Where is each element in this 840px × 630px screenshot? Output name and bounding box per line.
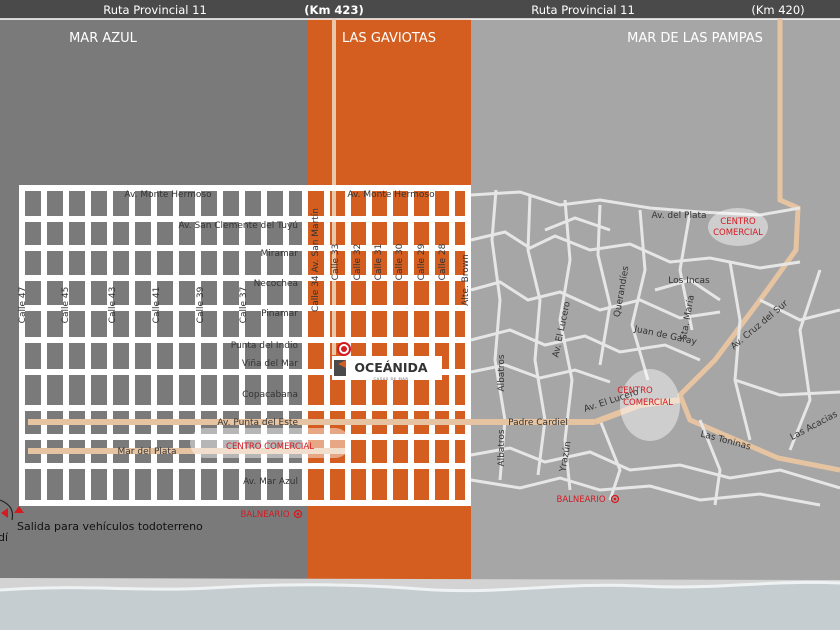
offroad-exit-label: Salida para vehículos todoterreno	[17, 520, 203, 533]
street-av-monte-hermoso-right: Av. Monte Hermoso	[347, 190, 435, 200]
street-calle-32: Calle 32	[353, 244, 363, 281]
centro-comercial-top-area	[708, 208, 768, 246]
street-calle-43: Calle 43	[108, 287, 118, 324]
balneario-right-dot	[613, 497, 617, 501]
street-av-punta-del-este: Av. Punta del Este	[217, 418, 298, 428]
balneario-right-label: BALNEARIO	[556, 495, 605, 505]
balneario-left-dot	[296, 512, 300, 516]
street-padre-cardiel: Padre Cardiel	[508, 418, 568, 428]
street-av-del-plata: Av. del Plata	[651, 211, 706, 221]
street-av-monte-hermoso-left: Av. Monte Hermoso	[124, 190, 212, 200]
street-copacabana: Copacabana	[242, 390, 298, 400]
street-calle-47: Calle 47	[18, 287, 28, 324]
km-label-right: (Km 420)	[751, 3, 804, 17]
edge-fragment-label: dí	[0, 531, 9, 544]
street-av-mar-azul: Av. Mar Azul	[243, 477, 298, 487]
route-label-right: Ruta Provincial 11	[531, 3, 635, 17]
centro-comercial-left-label: CENTRO COMERCIAL	[226, 442, 314, 452]
street-calle-28: Calle 28	[438, 243, 448, 280]
street-calle-30: Calle 30	[395, 243, 405, 280]
oceanida-location-dot	[341, 346, 347, 352]
zone-title-mar-de-las-pampas: MAR DE LAS PAMPAS	[627, 31, 763, 46]
street-miramar: Miramar	[261, 249, 299, 259]
oceanida-logo-tagline: CASAS DE MAR	[374, 376, 409, 381]
centro-comercial-top-label-1: CENTRO	[720, 217, 756, 227]
street-albatros-upper: Albatros	[497, 354, 507, 391]
zone-title-mar-azul: MAR AZUL	[69, 31, 138, 46]
street-calle-37: Calle 37	[239, 287, 249, 324]
centro-comercial-mid-label-1: CENTRO	[617, 386, 653, 396]
balneario-left-label: BALNEARIO	[240, 510, 289, 520]
street-calle-39: Calle 39	[196, 286, 206, 323]
zone-title-las-gaviotas: LAS GAVIOTAS	[342, 31, 436, 46]
street-calle-41: Calle 41	[152, 287, 162, 324]
street-punta-del-indio: Punta del Indio	[231, 341, 299, 351]
street-calle-34-av-san-martin: Calle 34 Av. San Martín	[311, 208, 321, 312]
street-calle-31: Calle 31	[374, 244, 384, 281]
street-calle-29: Calle 29	[417, 243, 427, 280]
street-av-san-clemente: Av. San Clemente del Tuyú	[178, 221, 298, 231]
centro-comercial-top-label-2: COMERCIAL	[713, 228, 763, 238]
street-pinamar: Pinamar	[261, 309, 298, 319]
street-mar-del-plata: Mar del Plata	[118, 447, 177, 457]
km-label-left: (Km 423)	[304, 3, 363, 17]
centro-comercial-mid-label-2: COMERCIAL	[623, 398, 673, 408]
street-calle-45: Calle 45	[61, 287, 71, 324]
route-label-left: Ruta Provincial 11	[103, 3, 207, 17]
street-los-incas: Los Incas	[668, 276, 710, 286]
street-vina-del-mar: Viña del Mar	[242, 359, 298, 369]
street-calle-33: Calle 33	[331, 244, 341, 281]
street-albatros-lower: Albatros	[497, 429, 507, 466]
map-canvas: Ruta Provincial 11 (Km 423) Ruta Provinc…	[0, 0, 840, 630]
mar-de-las-pampas-zone	[471, 0, 840, 630]
street-necochea: Necochea	[254, 279, 298, 289]
oceanida-logo-name: OCEÁNIDA	[354, 360, 428, 375]
street-alte-brown: Alte. Brown	[461, 254, 471, 306]
